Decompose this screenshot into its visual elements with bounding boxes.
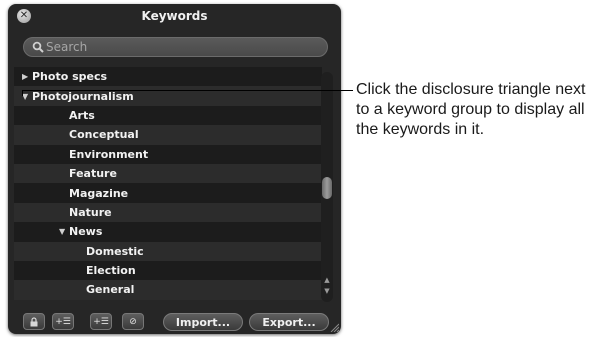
scroll-arrows[interactable]: ▲ ▼ bbox=[322, 275, 332, 299]
keyword-label: Nature bbox=[69, 205, 112, 219]
keyword-row[interactable]: Arts bbox=[14, 105, 322, 126]
add-subkeyword-button[interactable]: +☰ bbox=[90, 313, 112, 330]
keyword-label: News bbox=[69, 225, 103, 239]
keyword-label: Arts bbox=[69, 108, 95, 122]
remove-keyword-icon: ⊘ bbox=[129, 316, 137, 327]
vertical-scrollbar[interactable]: ▲ ▼ bbox=[321, 72, 333, 302]
keyword-row[interactable]: Environment bbox=[14, 144, 322, 164]
keyword-label: Election bbox=[86, 264, 136, 278]
add-keyword-button[interactable]: +☰ bbox=[52, 313, 74, 330]
keyword-label: Photojournalism bbox=[32, 89, 134, 103]
window-title: Keywords bbox=[141, 9, 208, 23]
remove-keyword-button[interactable]: ⊘ bbox=[122, 313, 144, 330]
keyword-row[interactable]: Magazine bbox=[14, 183, 322, 203]
footer-toolbar: +☰ +☰ ⊘ Import... Export... bbox=[8, 310, 341, 334]
import-button[interactable]: Import... bbox=[163, 313, 243, 331]
scroll-down-icon[interactable]: ▼ bbox=[322, 286, 332, 297]
disclosure-triangle-expanded-icon[interactable]: ▼ bbox=[22, 92, 32, 101]
search-icon bbox=[32, 41, 44, 53]
keyword-label: Feature bbox=[69, 167, 117, 181]
lock-button[interactable] bbox=[23, 313, 45, 330]
resize-handle-icon[interactable] bbox=[329, 322, 339, 332]
disclosure-triangle-collapsed-icon[interactable]: ▶ bbox=[22, 72, 32, 81]
keyword-label: Conceptual bbox=[69, 128, 139, 142]
keyword-row[interactable]: General bbox=[14, 280, 322, 300]
search-field[interactable] bbox=[23, 37, 328, 57]
keyword-row[interactable]: ▶ Photo specs bbox=[14, 67, 322, 87]
keyword-row[interactable]: ▼ News bbox=[14, 222, 322, 242]
keyword-label: Environment bbox=[69, 147, 149, 161]
keyword-label: General bbox=[86, 283, 135, 297]
title-bar[interactable]: ✕ Keywords bbox=[8, 4, 341, 30]
keyword-row[interactable]: Nature bbox=[14, 202, 322, 223]
callout-text: Click the disclosure triangle next to a … bbox=[356, 81, 586, 138]
export-button[interactable]: Export... bbox=[249, 313, 329, 331]
add-subkeyword-icon: +☰ bbox=[93, 316, 109, 327]
keywords-hud: ✕ Keywords ▶Photo specs▼PhotojournalismA… bbox=[8, 4, 341, 334]
add-keyword-icon: +☰ bbox=[55, 316, 71, 327]
keyword-label: Photo specs bbox=[32, 70, 108, 84]
scroll-up-icon[interactable]: ▲ bbox=[322, 275, 332, 286]
keyword-label: Domestic bbox=[86, 244, 144, 258]
keyword-row[interactable]: Election bbox=[14, 260, 322, 281]
disclosure-triangle-expanded-icon[interactable]: ▼ bbox=[59, 227, 69, 236]
keyword-list: ▶ Photo specs ▼ Photojournalism Arts Conceptu… bbox=[14, 67, 322, 307]
callout-leader-tick bbox=[22, 90, 23, 96]
keyword-label: Magazine bbox=[69, 186, 129, 200]
scroll-thumb[interactable] bbox=[322, 177, 332, 199]
keyword-row[interactable]: Feature bbox=[14, 163, 322, 184]
search-input[interactable] bbox=[46, 39, 316, 55]
keyword-row[interactable]: Conceptual bbox=[14, 125, 322, 145]
callout-leader-line bbox=[22, 90, 353, 91]
keyword-row[interactable]: Domestic bbox=[14, 241, 322, 261]
lock-icon bbox=[30, 316, 38, 326]
